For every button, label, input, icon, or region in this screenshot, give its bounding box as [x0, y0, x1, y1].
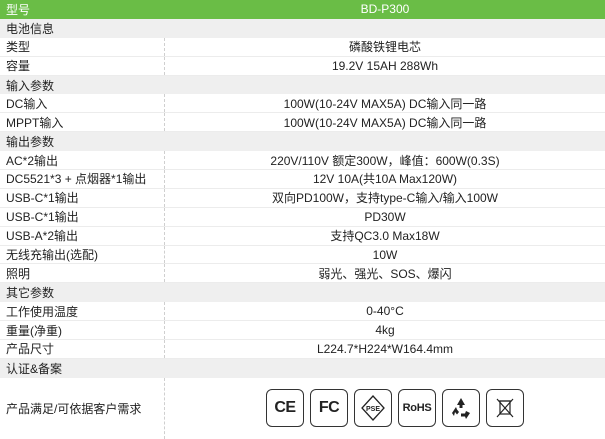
- spec-label: DC输入: [0, 94, 165, 113]
- spec-label: 产品尺寸: [0, 340, 165, 358]
- spec-value: 10W: [372, 247, 398, 262]
- fcc-mark-icon: FC: [310, 389, 348, 428]
- section-battery: 电池信息: [0, 18, 605, 38]
- section-certification: 认证&备案: [0, 358, 605, 378]
- spec-row: MPPT输入 100W(10-24V MAX5A) DC输入同一路: [0, 113, 605, 133]
- spec-value: PD30W: [364, 209, 406, 224]
- spec-label: DC5521*3 + 点烟器*1输出: [0, 170, 165, 188]
- ce-mark-icon: CE: [266, 389, 304, 428]
- spec-value: 支持QC3.0 Max18W: [330, 229, 440, 244]
- rohs-mark-icon: RoHS: [398, 389, 436, 428]
- recycle-icon: [442, 389, 480, 428]
- spec-label: USB-C*1输出: [0, 188, 165, 207]
- spec-value: 4kg: [375, 323, 395, 338]
- spec-row: DC5521*3 + 点烟器*1输出 12V 10A(共10A Max120W): [0, 170, 605, 189]
- spec-value: 0-40°C: [366, 304, 404, 319]
- spec-label: 照明: [0, 264, 165, 283]
- spec-value: 12V 10A(共10A Max120W): [312, 172, 458, 187]
- spec-label: 工作使用温度: [0, 302, 165, 321]
- weee-bin-icon: [486, 389, 524, 428]
- section-output: 输出参数: [0, 132, 605, 152]
- spec-value: 19.2V 15AH 288Wh: [331, 58, 439, 73]
- spec-label: 容量: [0, 56, 165, 75]
- spec-value: 弱光、强光、SOS、爆闪: [318, 266, 452, 281]
- spec-label: 类型: [0, 37, 165, 56]
- spec-label: MPPT输入: [0, 113, 165, 132]
- spec-row: 产品尺寸 L224.7*H224*W164.4mm: [0, 340, 605, 359]
- spec-row: USB-C*1输出 PD30W: [0, 207, 605, 227]
- spec-row: USB-A*2输出 支持QC3.0 Max18W: [0, 226, 605, 246]
- section-input: 输入参数: [0, 75, 605, 95]
- model-header-row: 型号 BD-P300: [0, 0, 605, 19]
- spec-row: 工作使用温度 0-40°C: [0, 302, 605, 322]
- spec-value: 双向PD100W，支持type-C输入/输入100W: [271, 191, 499, 206]
- spec-value: 磷酸铁锂电芯: [348, 40, 421, 55]
- spec-label: 无线充输出(选配): [0, 245, 165, 264]
- spec-value: 220V/110V 额定300W，峰值：600W(0.3S): [270, 153, 500, 168]
- spec-value: 100W(10-24V MAX5A) DC输入同一路: [283, 96, 487, 111]
- spec-label: USB-A*2输出: [0, 226, 165, 245]
- spec-label: 重量(净重): [0, 321, 165, 340]
- pse-mark-icon: PSE: [354, 389, 392, 428]
- spec-row: DC输入 100W(10-24V MAX5A) DC输入同一路: [0, 94, 605, 114]
- spec-value: 100W(10-24V MAX5A) DC输入同一路: [283, 115, 487, 130]
- spec-row: 无线充输出(选配) 10W: [0, 245, 605, 265]
- section-title: 认证&备案: [6, 361, 63, 376]
- spec-row: 重量(净重) 4kg: [0, 321, 605, 341]
- svg-text:PSE: PSE: [366, 406, 380, 413]
- section-other: 其它参数: [0, 283, 605, 303]
- spec-table: 型号 BD-P300 电池信息 类型 磷酸铁锂电芯 容量 19.2V 15AH …: [0, 0, 605, 439]
- model-label: 型号: [6, 2, 31, 17]
- spec-label: USB-C*1输出: [0, 207, 165, 226]
- model-value: BD-P300: [360, 2, 410, 17]
- spec-row: AC*2输出 220V/110V 额定300W，峰值：600W(0.3S): [0, 151, 605, 171]
- spec-row: 容量 19.2V 15AH 288Wh: [0, 56, 605, 76]
- spec-row: 类型 磷酸铁锂电芯: [0, 37, 605, 57]
- section-title: 其它参数: [6, 286, 55, 301]
- spec-row: 照明 弱光、强光、SOS、爆闪: [0, 264, 605, 284]
- section-title: 电池信息: [6, 21, 55, 36]
- spec-label: AC*2输出: [0, 151, 165, 170]
- spec-value: L224.7*H224*W164.4mm: [316, 341, 454, 356]
- section-title: 输入参数: [6, 78, 55, 93]
- section-title: 输出参数: [6, 135, 55, 150]
- spec-row: USB-C*1输出 双向PD100W，支持type-C输入/输入100W: [0, 188, 605, 208]
- cert-icons: CE FC PSE RoHS: [165, 389, 605, 428]
